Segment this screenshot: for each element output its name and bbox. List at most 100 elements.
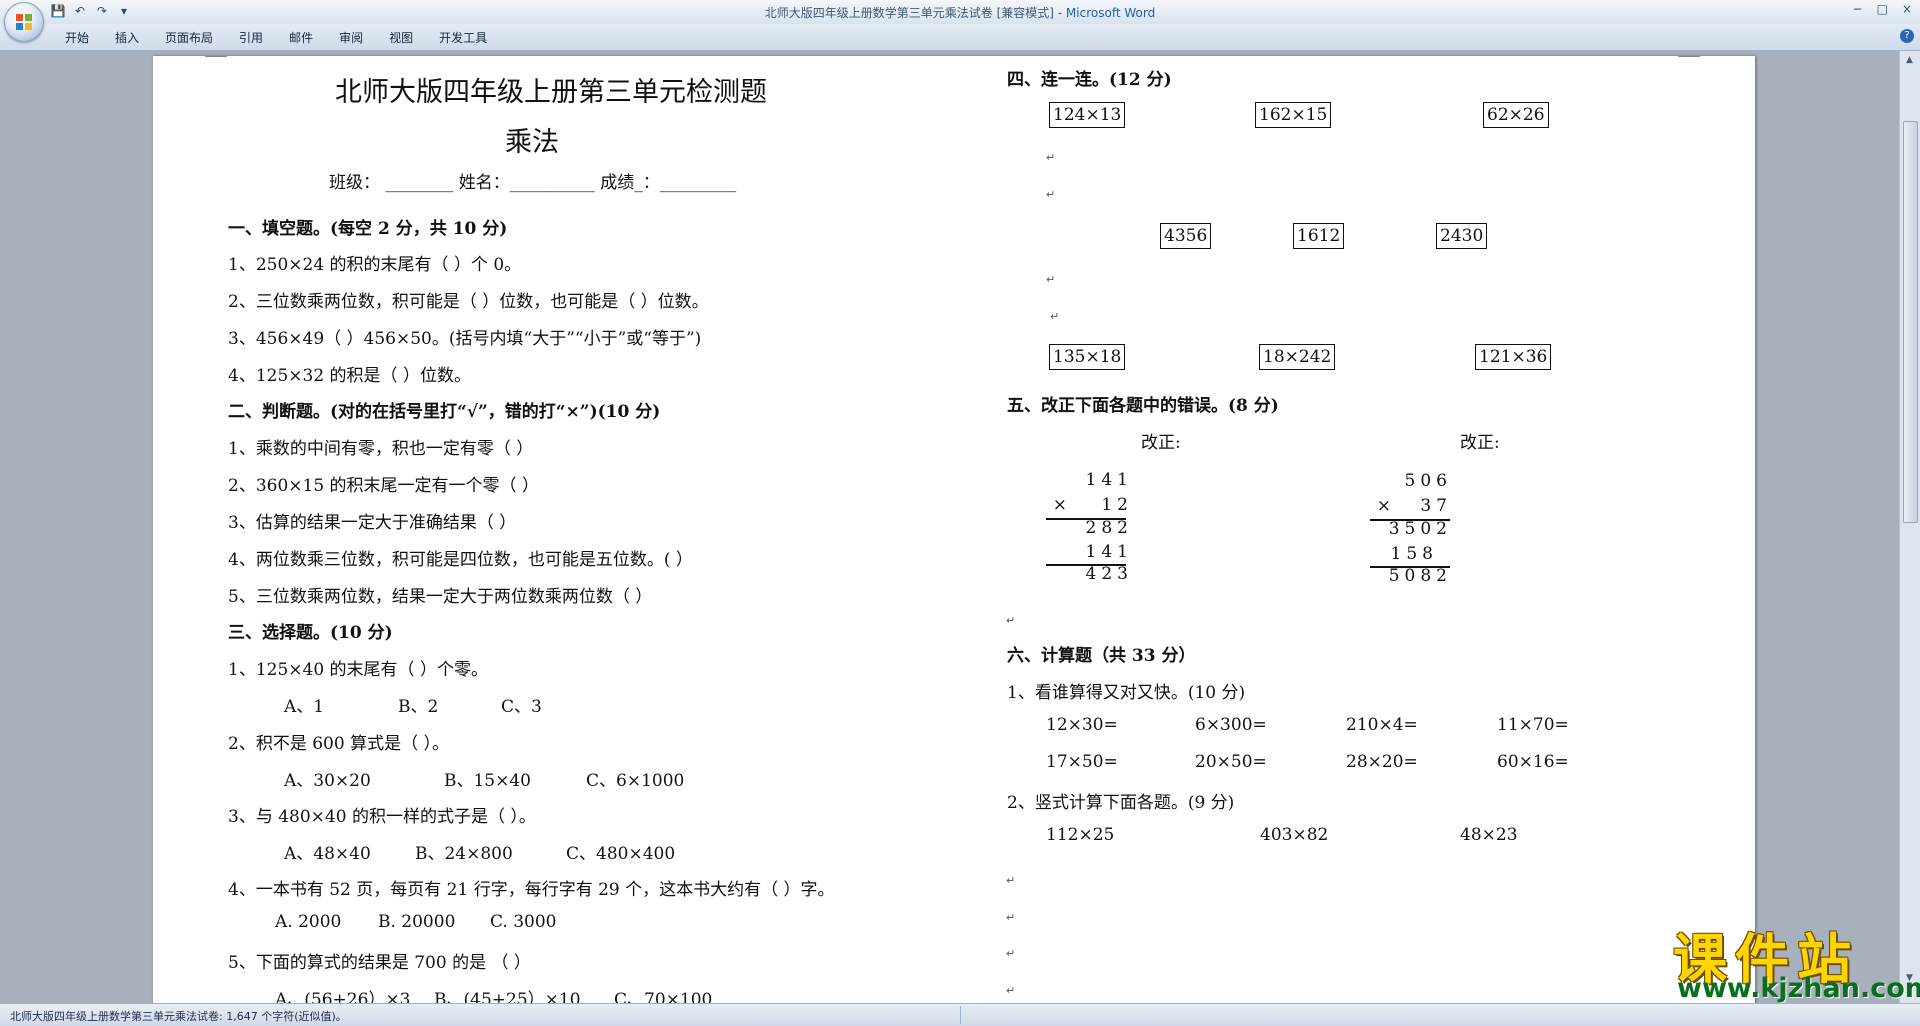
scrollbar-thumb[interactable] <box>1903 121 1918 523</box>
status-text: 北师大版四年级上册数学第三单元乘法试卷: 1,647 个字符(近似值)。 <box>10 1010 347 1023</box>
s1-item-4: 4、125×32 的积是（ ）位数。 <box>228 366 471 386</box>
section-4-heading: 四、连一连。(12 分) <box>1007 70 1172 90</box>
match-box-top-1: 124×13 <box>1049 102 1126 128</box>
doc-subtitle: 乘法 <box>505 127 559 158</box>
calc1-multiplier: 12 <box>1101 495 1133 515</box>
site-watermark: 课件站 www.kjzhan.com <box>1655 915 1920 1005</box>
s6-sub-2: 2、竖式计算下面各题。(9 分) <box>1007 793 1235 813</box>
oral-calc-6: 20×50= <box>1195 752 1267 772</box>
section-1-heading: 一、填空题。(每空 2 分，共 10 分) <box>228 219 508 239</box>
calc2-result: 5082 <box>1388 566 1452 586</box>
app-name: Microsoft Word <box>1065 6 1156 20</box>
s1-item-3: 3、456×49（ ）456×50。(括号内填“大于”“小于”或“等于”) <box>228 329 702 349</box>
tab-references[interactable]: 引用 <box>226 29 276 46</box>
tab-page-layout[interactable]: 页面布局 <box>152 29 226 46</box>
minimize-icon[interactable]: − <box>1853 2 1863 16</box>
close-icon[interactable]: × <box>1902 2 1912 16</box>
status-divider <box>960 1006 961 1024</box>
s3-q1: 1、125×40 的末尾有（ ）个零。 <box>228 660 488 680</box>
oral-calc-8: 60×16= <box>1497 752 1569 772</box>
page-corner-mark <box>1678 56 1700 57</box>
fix-label-1: 改正: <box>1141 433 1181 453</box>
s3-q4: 4、一本书有 52 页，每页有 21 行字，每行字有 29 个，这本书大约有（ … <box>228 880 835 900</box>
oral-calc-1: 12×30= <box>1046 715 1118 735</box>
s3-q2-opt-a: A、30×20 <box>284 771 371 791</box>
title-bar: 💾 ↶ ↷ ▾ 北师大版四年级上册数学第三单元乘法试卷 [兼容模式] - Mic… <box>0 0 1920 25</box>
s3-q3-opt-a: A、48×40 <box>284 844 371 864</box>
calc1-result: 423 <box>1085 564 1133 584</box>
s3-q5-opt-a: A、(56+26）×3 <box>275 990 411 1003</box>
s3-q1-opt-b: B、2 <box>398 697 439 717</box>
tab-insert[interactable]: 插入 <box>102 29 152 46</box>
vertical-scrollbar[interactable]: ▲ ▼ <box>1899 51 1920 1003</box>
document-title: 北师大版四年级上册数学第三单元乘法试卷 [兼容模式] - <box>764 6 1066 20</box>
s3-q5: 5、下面的算式的结果是 700 的是 （ ） <box>228 953 531 973</box>
calc1-partial-2: 141 <box>1085 542 1133 562</box>
paragraph-mark: ↵ <box>1050 310 1060 323</box>
paragraph-mark: ↵ <box>1006 984 1016 997</box>
doc-title: 北师大版四年级上册第三单元检测题 <box>335 77 767 108</box>
window-controls: − □ × <box>1853 2 1912 16</box>
s3-q2-opt-b: B、15×40 <box>444 771 532 791</box>
s2-item-3: 3、估算的结果一定大于准确结果（ ） <box>228 513 517 533</box>
scroll-up-icon[interactable]: ▲ <box>1903 53 1916 67</box>
s2-item-4: 4、两位数乘三位数，积可能是四位数，也可能是五位数。( ） <box>228 550 693 570</box>
tab-mailings[interactable]: 邮件 <box>276 29 326 46</box>
office-button[interactable] <box>4 2 44 42</box>
oral-calc-2: 6×300= <box>1195 715 1267 735</box>
tab-home[interactable]: 开始 <box>52 29 102 46</box>
s3-q5-opt-c: C、70×100 <box>614 990 713 1003</box>
s3-q4-opt-a: A. 2000 <box>275 912 342 932</box>
window-title: 北师大版四年级上册数学第三单元乘法试卷 [兼容模式] - Microsoft W… <box>0 4 1920 21</box>
s3-q1-opt-a: A、1 <box>284 697 325 717</box>
tab-review[interactable]: 审阅 <box>326 29 376 46</box>
calc2-multiplicand: 506 <box>1404 471 1452 491</box>
status-bar: 北师大版四年级上册数学第三单元乘法试卷: 1,647 个字符(近似值)。 <box>0 1003 1920 1026</box>
paragraph-mark: ↵ <box>1006 947 1016 960</box>
match-box-bot-3: 121×36 <box>1475 344 1552 370</box>
s3-q2-opt-c: C、6×1000 <box>586 771 685 791</box>
oral-calc-4: 11×70= <box>1497 715 1569 735</box>
s2-item-2: 2、360×15 的积末尾一定有一个零（ ） <box>228 476 539 496</box>
section-3-heading: 三、选择题。(10 分) <box>228 623 393 643</box>
paragraph-mark: ↵ <box>1006 911 1016 924</box>
page-corner-mark <box>205 56 227 57</box>
calc2-partial-2: 158 <box>1390 544 1438 564</box>
match-box-bot-2: 18×242 <box>1259 344 1336 370</box>
section-2-heading: 二、判断题。(对的在括号里打“√”，错的打“×”)(10 分) <box>228 402 661 422</box>
s3-q1-opt-c: C、3 <box>501 697 542 717</box>
document-workspace: 北师大版四年级上册第三单元检测题 乘法 班级： ________ 姓名：____… <box>0 51 1900 1003</box>
section-5-heading: 五、改正下面各题中的错误。(8 分) <box>1007 396 1279 416</box>
paragraph-mark: ↵ <box>1046 273 1056 286</box>
paragraph-mark: ↵ <box>1006 874 1016 887</box>
watermark-url: www.kjzhan.com <box>1677 973 1920 1004</box>
match-box-mid-2: 1612 <box>1293 223 1345 249</box>
s3-q5-opt-b: B、(45+25）×10 <box>434 990 581 1003</box>
student-info-line: 班级： ________ 姓名：__________ 成绩_：_________ <box>329 173 737 193</box>
help-icon[interactable]: ? <box>1900 29 1914 43</box>
s3-q3: 3、与 480×40 的积一样的式子是（ ）。 <box>228 807 536 827</box>
written-calc-2: 403×82 <box>1260 825 1329 845</box>
s3-q4-opt-b: B. 20000 <box>378 912 456 932</box>
match-box-top-2: 162×15 <box>1255 102 1332 128</box>
maximize-icon[interactable]: □ <box>1877 2 1888 16</box>
s2-item-5: 5、三位数乘两位数，结果一定大于两位数乘两位数（ ） <box>228 587 653 607</box>
paragraph-mark: ↵ <box>1006 614 1016 627</box>
ribbon-tab-bar: 开始 插入 页面布局 引用 邮件 审阅 视图 开发工具 ? <box>0 24 1920 51</box>
section-6-heading: 六、计算题（共 33 分） <box>1007 646 1196 666</box>
written-calc-3: 48×23 <box>1460 825 1518 845</box>
fix-label-2: 改正: <box>1460 433 1500 453</box>
s6-sub-1: 1、看谁算得又对又快。(10 分) <box>1007 683 1246 703</box>
office-logo-icon <box>16 14 32 30</box>
oral-calc-7: 28×20= <box>1346 752 1418 772</box>
calc2-partial-1: 3502 <box>1388 519 1452 539</box>
document-page[interactable]: 北师大版四年级上册第三单元检测题 乘法 班级： ________ 姓名：____… <box>153 56 1755 1003</box>
calc1-multiplicand: 141 <box>1085 470 1133 490</box>
match-box-bot-1: 135×18 <box>1049 344 1126 370</box>
tab-developer[interactable]: 开发工具 <box>426 29 500 46</box>
match-box-mid-1: 4356 <box>1160 223 1212 249</box>
written-calc-1: 112×25 <box>1046 825 1115 845</box>
s3-q4-opt-c: C. 3000 <box>490 912 557 932</box>
oral-calc-5: 17×50= <box>1046 752 1118 772</box>
tab-view[interactable]: 视图 <box>376 29 426 46</box>
